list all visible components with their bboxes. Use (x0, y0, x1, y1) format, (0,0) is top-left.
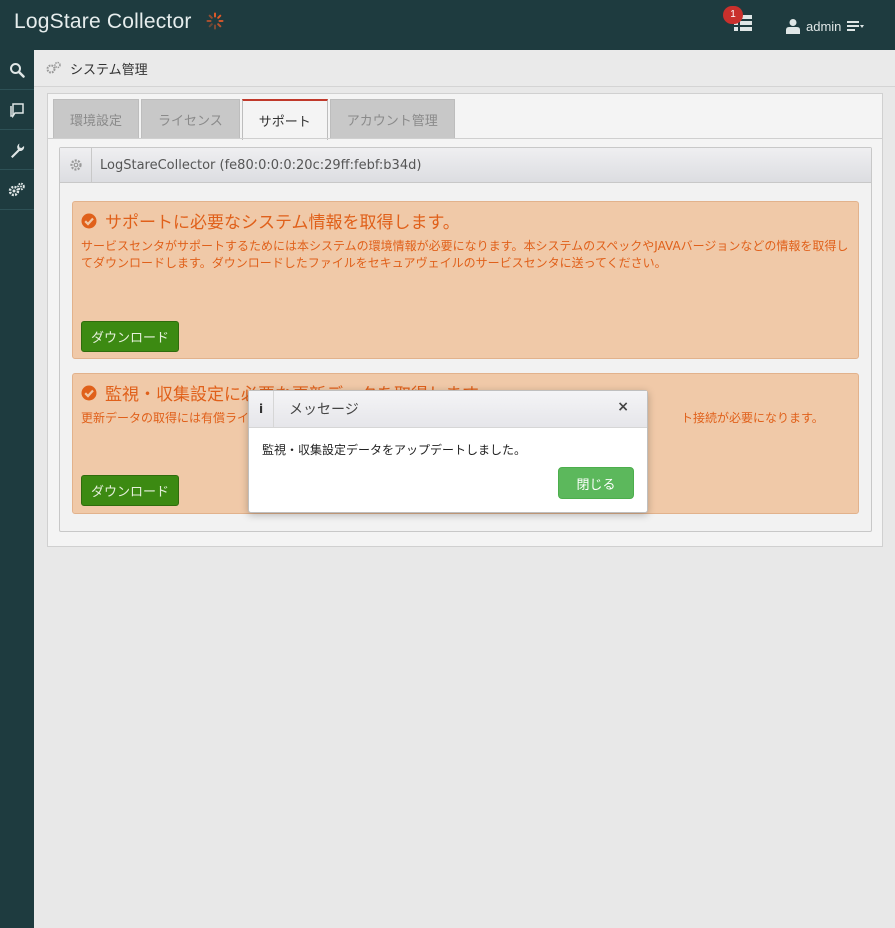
support-info-heading: サポートに必要なシステム情報を取得します。 (81, 208, 460, 233)
sidebar-item-search[interactable] (0, 50, 34, 90)
page-title: システム管理 (70, 62, 148, 78)
download-system-info-button[interactable]: ダウンロード (81, 321, 179, 352)
gear-icon (69, 159, 82, 171)
loading-spinner-icon (206, 12, 224, 30)
close-button[interactable]: 閉じる (558, 467, 634, 499)
wrench-icon (11, 143, 25, 158)
tab-license[interactable]: ライセンス (141, 99, 240, 139)
gears-icon (8, 182, 25, 196)
message-dialog: i メッセージ × 監視・収集設定データをアップデートしました。 閉じる (248, 390, 648, 513)
support-info-title: サポートに必要なシステム情報を取得します。 (105, 213, 460, 233)
top-header: LogStare Collector 1 admin (0, 0, 895, 50)
dialog-title: メッセージ (289, 402, 359, 418)
tab-bar: 環境設定 ライセンス サポート アカウント管理 (53, 99, 455, 140)
panel-title: LogStareCollector (fe80:0:0:0:20c:29ff:f… (100, 157, 422, 173)
dialog-message: 監視・収集設定データをアップデートしました。 (262, 443, 527, 457)
dialog-header: i メッセージ × (249, 390, 647, 428)
user-icon (786, 19, 800, 34)
sidebar-item-settings[interactable] (0, 130, 34, 170)
menu-lines-icon[interactable] (847, 19, 865, 33)
panel-gear (60, 147, 92, 183)
support-info-box: サポートに必要なシステム情報を取得します。 サービスセンタがサポートするためには… (72, 201, 859, 359)
tab-account[interactable]: アカウント管理 (329, 99, 455, 139)
download-update-data-button[interactable]: ダウンロード (81, 475, 179, 506)
app-title[interactable]: LogStare Collector (14, 10, 192, 34)
tab-support[interactable]: サポート (241, 99, 328, 140)
book-icon (10, 102, 24, 118)
sidebar (0, 50, 34, 928)
info-icon: i (249, 390, 274, 428)
close-icon[interactable]: × (617, 399, 629, 415)
tab-environment[interactable]: 環境設定 (53, 99, 140, 139)
search-icon (10, 62, 25, 78)
check-circle-icon (81, 385, 97, 400)
panel-header: LogStareCollector (fe80:0:0:0:20c:29ff:f… (60, 147, 871, 183)
user-menu[interactable]: admin (786, 16, 865, 36)
support-info-description: サービスセンタがサポートするためには本システムの環境情報が必要になります。本シス… (81, 239, 849, 270)
breadcrumb: システム管理 (34, 50, 895, 87)
task-count-badge[interactable]: 1 (723, 6, 743, 24)
check-circle-icon (81, 213, 97, 228)
sidebar-item-system[interactable] (0, 170, 34, 210)
user-name[interactable]: admin (806, 19, 841, 34)
sidebar-item-reports[interactable] (0, 90, 34, 130)
tab-divider (48, 138, 882, 139)
gears-icon (46, 61, 61, 74)
